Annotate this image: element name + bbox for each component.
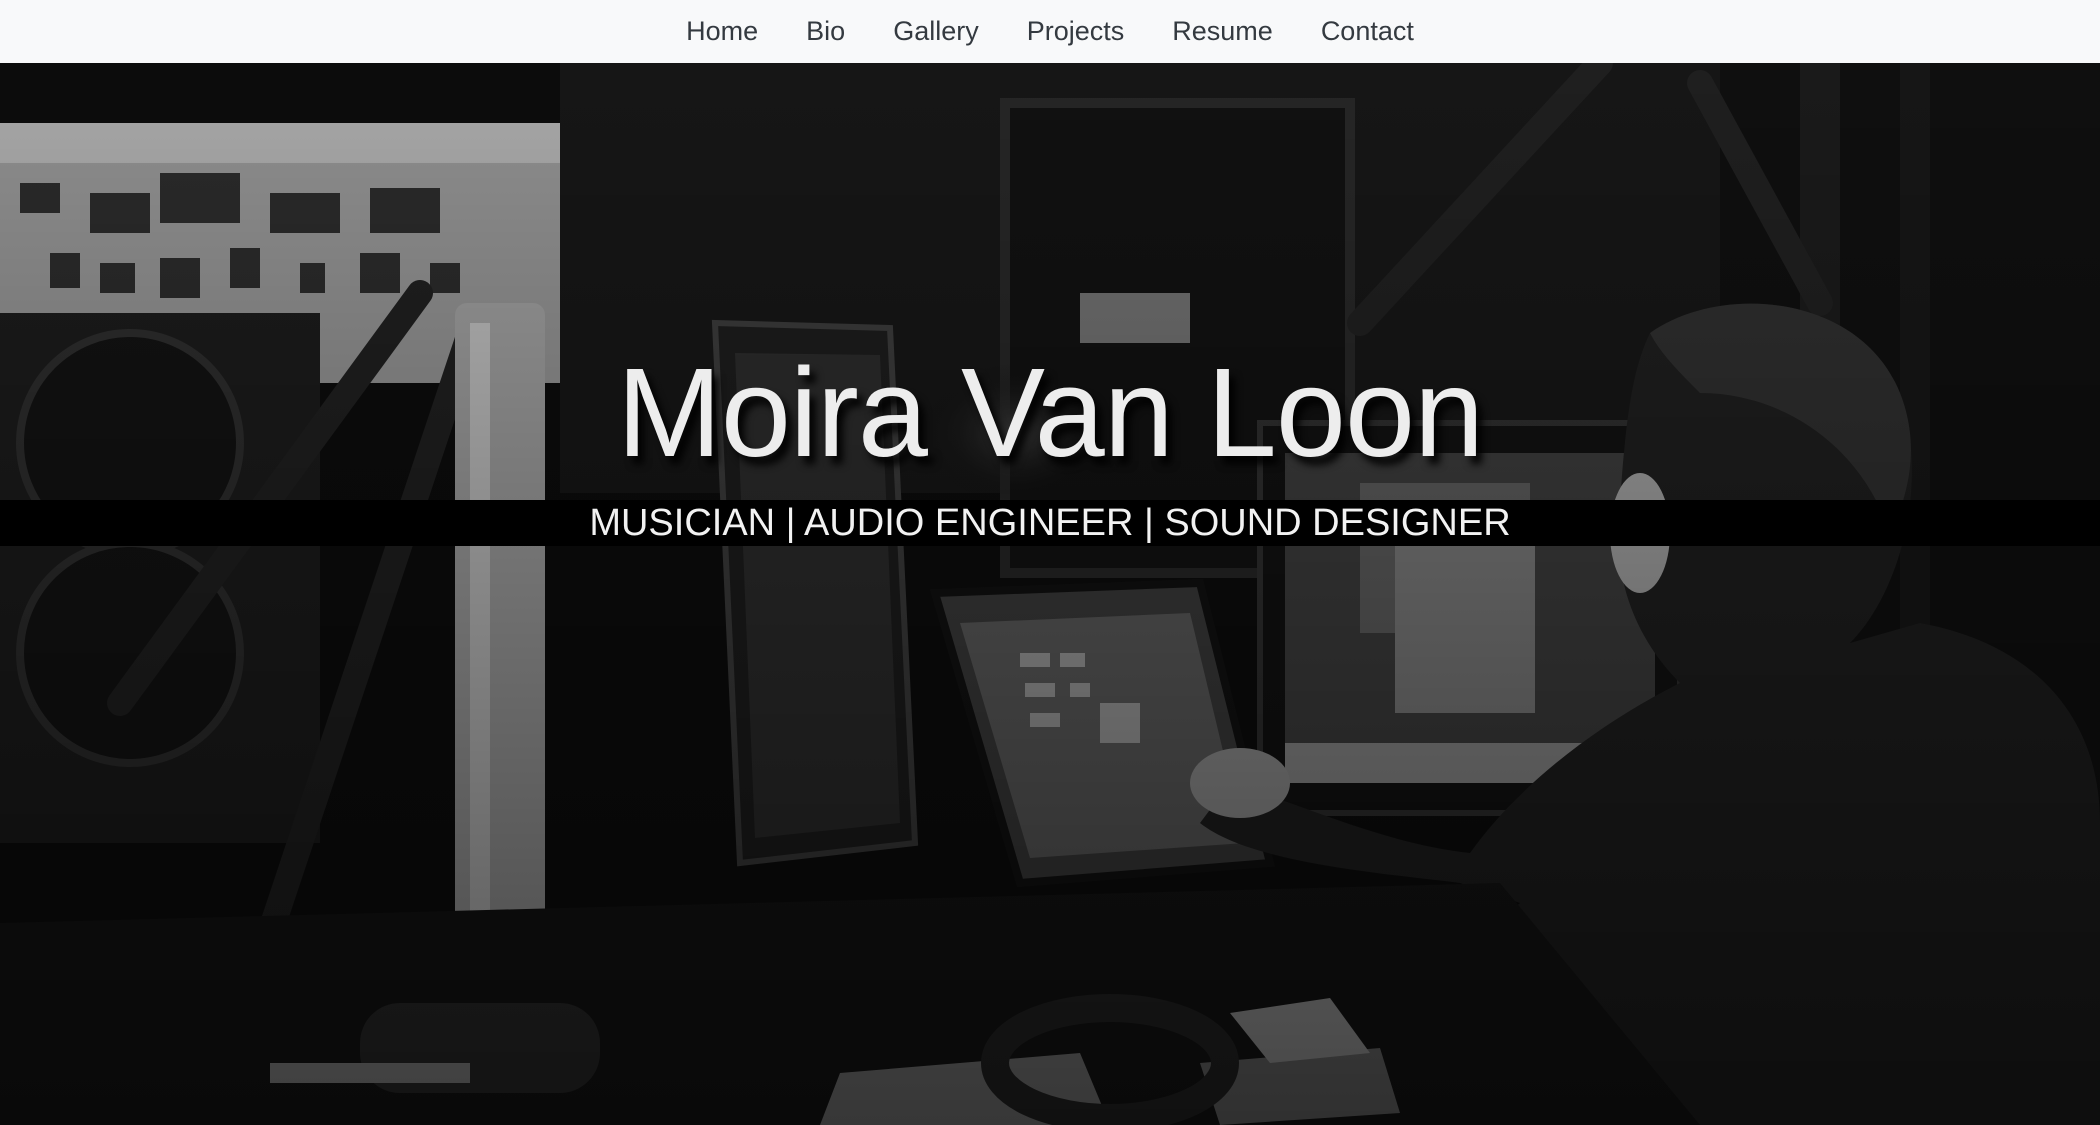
nav-list: Home Bio Gallery Projects Resume Contact [662,8,1438,55]
nav-link-gallery[interactable]: Gallery [869,8,1003,55]
nav-link-projects[interactable]: Projects [1003,8,1149,55]
hero-title: Moira Van Loon [616,342,1484,483]
nav-item-projects: Projects [1003,8,1149,55]
nav-item-gallery: Gallery [869,8,1003,55]
top-navbar: Home Bio Gallery Projects Resume Contact [0,0,2100,63]
nav-link-bio[interactable]: Bio [782,8,869,55]
nav-link-resume[interactable]: Resume [1148,8,1297,55]
nav-item-home: Home [662,8,782,55]
nav-link-contact[interactable]: Contact [1297,8,1438,55]
nav-item-contact: Contact [1297,8,1438,55]
hero-section: Moira Van Loon MUSICIAN | AUDIO ENGINEER… [0,63,2100,1125]
nav-item-bio: Bio [782,8,869,55]
hero-tagline: MUSICIAN | AUDIO ENGINEER | SOUND DESIGN… [589,502,1511,544]
hero-content: Moira Van Loon MUSICIAN | AUDIO ENGINEER… [0,63,2100,1125]
nav-item-resume: Resume [1148,8,1297,55]
nav-link-home[interactable]: Home [662,8,782,55]
